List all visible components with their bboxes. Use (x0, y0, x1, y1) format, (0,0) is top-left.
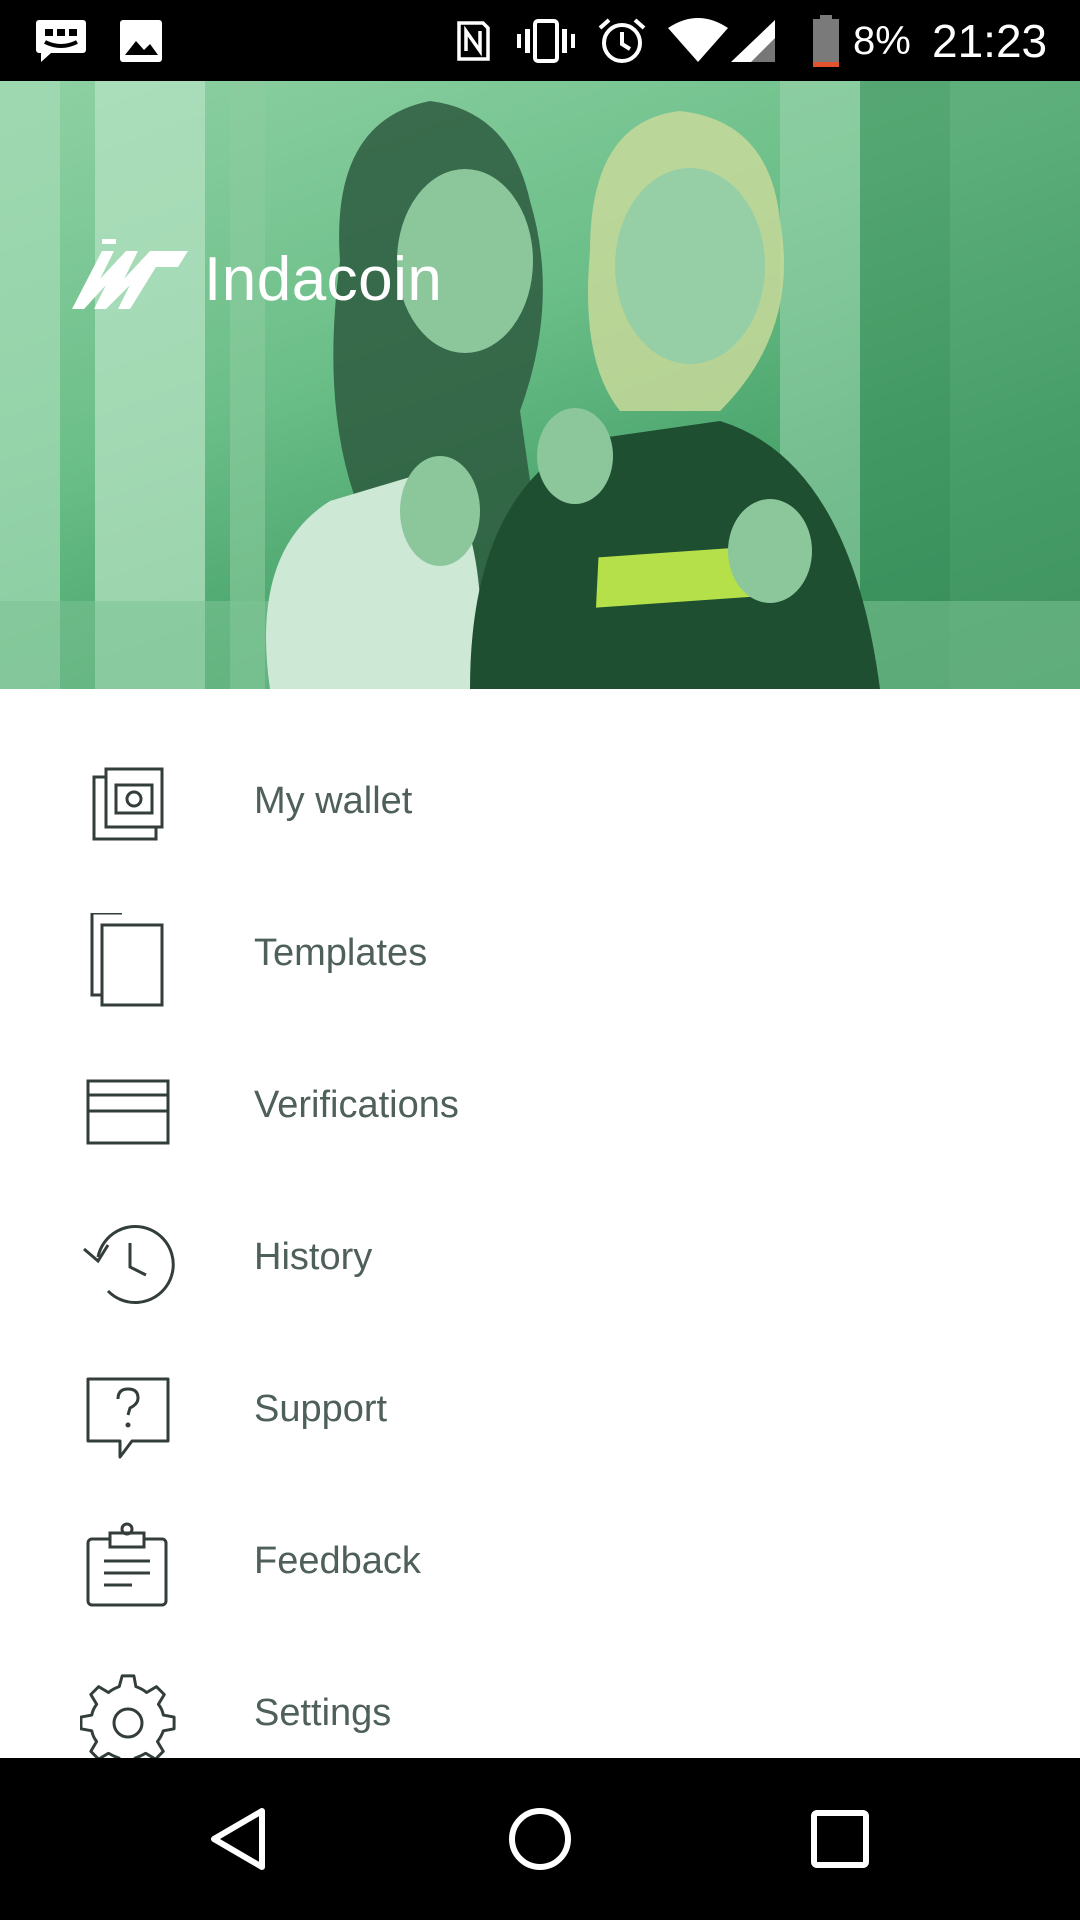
menu-item-label: Verifications (254, 1084, 459, 1126)
navigation-bar (0, 1758, 1080, 1920)
signal-icon (728, 0, 778, 81)
logo-text: Indacoin (204, 244, 443, 314)
clipboard-icon (86, 1522, 168, 1607)
vibrate-icon (514, 0, 578, 81)
menu-item-verifications[interactable]: Verifications (0, 1029, 1080, 1181)
menu-item-label: Support (254, 1388, 388, 1430)
battery-icon (810, 0, 842, 81)
indacoin-logo: Indacoin (68, 239, 442, 319)
drawer-header: Indacoin (0, 81, 1080, 689)
menu-item-label: Feedback (254, 1540, 421, 1582)
gear-icon (80, 1674, 176, 1766)
status-bar: 8% 21:23 (0, 0, 1080, 81)
menu-item-label: History (254, 1236, 373, 1278)
drawer-menu: My wallet Templates Verifications Histor… (0, 689, 1080, 1766)
back-icon[interactable] (160, 1758, 320, 1920)
menu-item-label: Templates (254, 932, 428, 974)
nfc-icon (452, 0, 494, 81)
home-icon[interactable] (460, 1758, 620, 1920)
menu-item-feedback[interactable]: Feedback (0, 1485, 1080, 1637)
copy-icon (90, 913, 164, 1007)
header-photo (0, 81, 1080, 689)
history-icon (83, 1225, 175, 1305)
indacoin-logo-mark-icon (72, 239, 188, 309)
messenger-icon (34, 0, 88, 81)
recents-icon[interactable] (760, 1758, 920, 1920)
battery-percentage: 8% (853, 19, 911, 63)
menu-item-templates[interactable]: Templates (0, 877, 1080, 1029)
menu-item-support[interactable]: Support (0, 1333, 1080, 1485)
wallet-icon (92, 767, 164, 841)
screen: 8% 21:23 Indacoin My wallet Templates Ve… (0, 0, 1080, 1920)
wifi-icon (666, 0, 730, 81)
menu-item-label: My wallet (254, 780, 413, 822)
card-icon (86, 1079, 170, 1145)
alarm-icon (596, 0, 648, 81)
menu-item-my-wallet[interactable]: My wallet (0, 725, 1080, 877)
gallery-icon (118, 0, 164, 81)
status-clock: 21:23 (932, 15, 1048, 67)
menu-item-history[interactable]: History (0, 1181, 1080, 1333)
help-bubble-icon (86, 1377, 170, 1459)
